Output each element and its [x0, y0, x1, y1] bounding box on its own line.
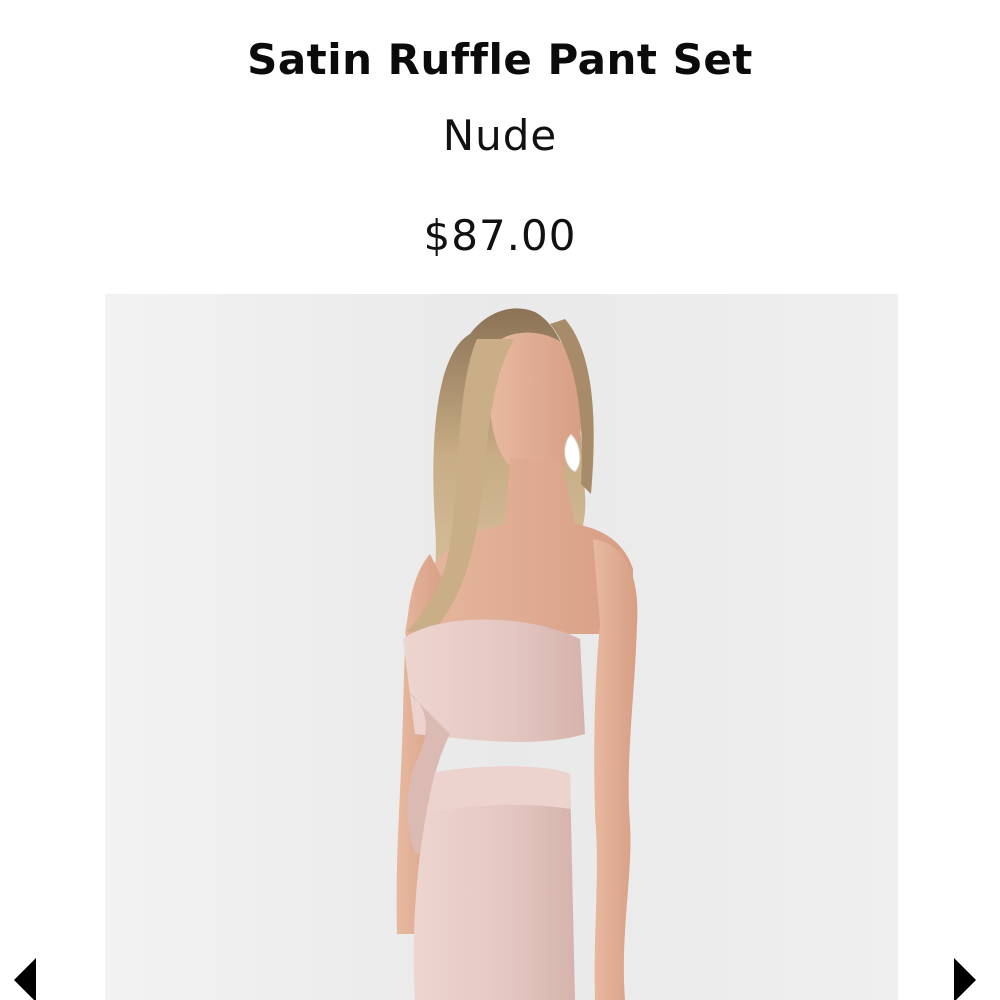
product-price: $87.00 [423, 211, 577, 260]
previous-image-arrow-icon[interactable] [14, 958, 36, 1000]
product-title: Satin Ruffle Pant Set [247, 35, 753, 84]
model-photo-illustration [105, 294, 898, 1000]
next-image-arrow-icon[interactable] [954, 958, 976, 1000]
product-color-name: Nude [442, 111, 558, 160]
product-photo[interactable] [105, 294, 898, 1000]
